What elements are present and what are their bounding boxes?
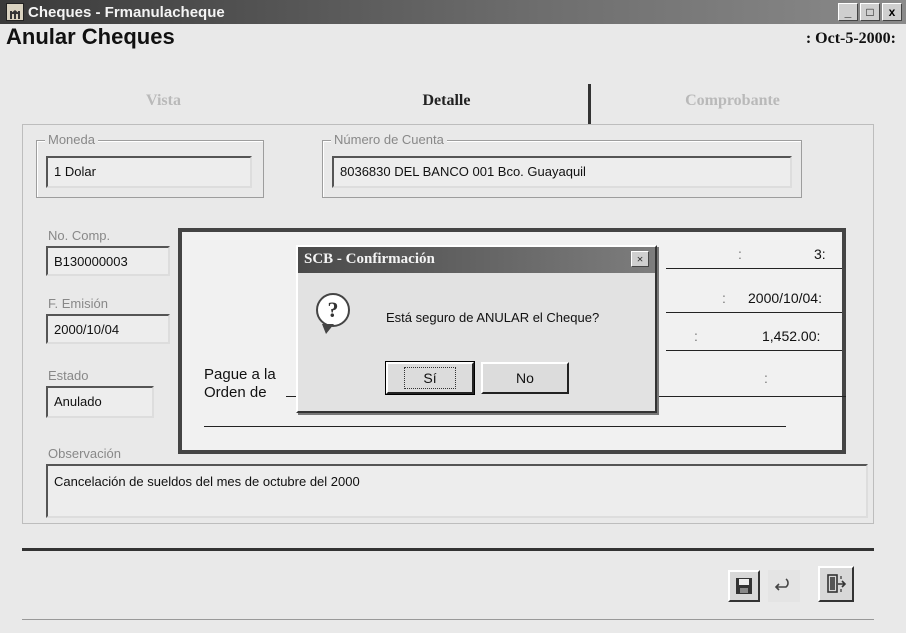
amount-words-line <box>204 426 786 427</box>
floppy-icon <box>736 578 752 594</box>
question-icon: ? <box>316 293 350 334</box>
dialog-close-button[interactable]: × <box>631 251 649 267</box>
cheque-amount: 1,452.00: <box>762 328 821 344</box>
maximize-button[interactable]: □ <box>860 3 880 21</box>
minimize-button[interactable]: _ <box>838 3 858 21</box>
cheque-line <box>666 268 842 269</box>
exit-door-icon <box>827 574 847 593</box>
estado-label: Estado <box>48 368 89 383</box>
tab-strip: Vista Detalle Comprobante <box>22 84 874 124</box>
cheque-colon: : <box>722 290 726 306</box>
pague-a-la-label: Pague a la <box>204 366 276 383</box>
date-label: : Oct-5-2000: <box>805 30 896 47</box>
window-title: Cheques - Frmanulacheque <box>28 3 225 21</box>
undo-button[interactable] <box>768 570 800 602</box>
yes-button[interactable]: Sí <box>385 361 475 395</box>
dialog-title: SCB - Confirmación <box>304 251 435 267</box>
cheque-line <box>666 350 842 351</box>
tab-detalle[interactable]: Detalle <box>305 84 591 124</box>
yes-button-label: Sí <box>404 367 456 389</box>
bank-icon <box>6 3 24 21</box>
cheque-number: 3: <box>814 246 826 262</box>
page-title: Anular Cheques <box>6 24 175 49</box>
f-emision-field[interactable]: 2000/10/04 <box>46 314 170 344</box>
cheque-colon: : <box>738 246 742 262</box>
cheque-colon: : <box>694 328 698 344</box>
no-comp-label: No. Comp. <box>48 228 111 243</box>
cheque-line <box>666 312 842 313</box>
moneda-field[interactable]: 1 Dolar <box>46 156 252 188</box>
confirmation-dialog: SCB - Confirmación × ? Está seguro de AN… <box>296 245 657 413</box>
cuenta-label: Número de Cuenta <box>331 132 447 147</box>
dialog-titlebar: SCB - Confirmación × <box>298 247 655 273</box>
orden-label: Pague a la Orden de <box>204 366 276 402</box>
undo-icon <box>774 578 789 591</box>
moneda-label: Moneda <box>45 132 98 147</box>
f-emision-label: F. Emisión <box>48 296 108 311</box>
save-button[interactable] <box>728 570 760 602</box>
observacion-label: Observación <box>48 446 121 461</box>
dialog-message: Está seguro de ANULAR el Cheque? <box>386 310 600 325</box>
orden-de-label: Orden de <box>204 384 267 401</box>
estado-field[interactable]: Anulado <box>46 386 154 418</box>
cheque-date: 2000/10/04: <box>748 290 822 306</box>
window-titlebar: Cheques - Frmanulacheque _ □ x <box>0 0 906 24</box>
no-button-label: No <box>516 370 534 386</box>
exit-button[interactable] <box>818 566 854 602</box>
tab-comprobante[interactable]: Comprobante <box>591 84 874 124</box>
close-button[interactable]: x <box>882 3 902 21</box>
no-button[interactable]: No <box>481 362 569 394</box>
observacion-field[interactable]: Cancelación de sueldos del mes de octubr… <box>46 464 868 518</box>
tab-vista[interactable]: Vista <box>22 84 305 124</box>
cheque-colon: : <box>764 370 768 386</box>
no-comp-field[interactable]: B130000003 <box>46 246 170 276</box>
cuenta-field[interactable]: 8036830 DEL BANCO 001 Bco. Guayaquil <box>332 156 792 188</box>
